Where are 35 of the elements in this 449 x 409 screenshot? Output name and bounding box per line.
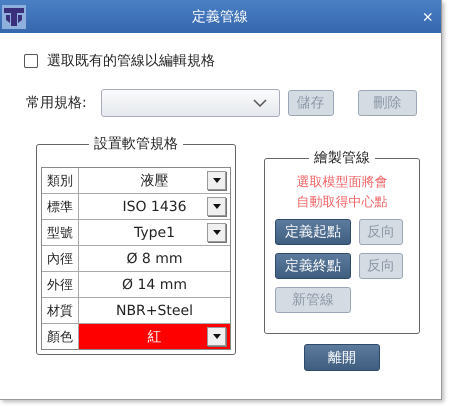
checkbox-label: 選取既有的管線以編輯規格 [47, 52, 215, 70]
triangle-down-icon [212, 334, 220, 339]
dropdown-cell[interactable]: Type1 [79, 220, 230, 245]
table-cell-text: Ø 8 mm [125, 250, 184, 268]
group-title: 繪製管線 [313, 149, 371, 167]
table-cell-text: Ø 14 mm [120, 276, 188, 294]
dropdown-button[interactable] [207, 171, 226, 190]
dropdown-button[interactable] [207, 223, 226, 242]
checkbox[interactable] [24, 54, 38, 68]
dropdown-button[interactable] [207, 197, 226, 216]
row-label: 標準 [42, 194, 79, 219]
triangle-down-icon [212, 204, 220, 209]
triangle-down-icon [212, 178, 220, 183]
field-label: 常用規格: [26, 94, 88, 112]
table-cell-text: NBR+Steel [114, 302, 194, 320]
row-label: 外徑 [42, 272, 79, 297]
close-button[interactable]: × [414, 8, 441, 26]
dropdown-cell[interactable]: ISO 1436 [79, 194, 230, 219]
hint-text: 自動取得中心點 [296, 194, 388, 212]
triangle-down-icon [212, 230, 220, 235]
row-label: 類別 [42, 168, 79, 193]
window-title: 定義管線 [191, 8, 250, 26]
action-button[interactable]: 定義起點 [275, 219, 351, 245]
row-label: 材質 [42, 298, 79, 323]
dropdown-cell[interactable]: 液壓 [79, 168, 230, 193]
logo-icon [2, 4, 26, 28]
hint-text: 選取模型面將會 [296, 174, 388, 192]
exit-button[interactable]: 離開 [304, 344, 380, 371]
dropdown-cell[interactable]: 紅 [79, 324, 230, 349]
chevron-icon [252, 99, 267, 107]
action-button[interactable]: 定義終點 [275, 253, 351, 279]
group-title: 設置軟管規格 [93, 135, 179, 153]
dropdown-button[interactable] [207, 327, 226, 346]
row-label: 內徑 [42, 246, 79, 271]
row-label: 型號 [42, 220, 79, 245]
